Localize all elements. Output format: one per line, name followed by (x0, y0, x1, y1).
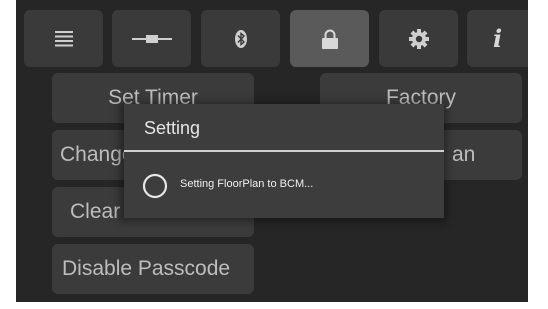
tab-settings[interactable] (379, 10, 458, 67)
tab-list[interactable] (24, 10, 103, 67)
list-icon (54, 30, 73, 47)
dialog-divider (124, 150, 444, 152)
info-icon: i (492, 24, 503, 53)
top-toolbar: i (16, 0, 528, 74)
tab-info[interactable]: i (467, 10, 528, 67)
tab-bluetooth[interactable] (201, 10, 280, 67)
dialog-message: Setting FloorPlan to BCM... (180, 178, 314, 190)
tab-connection[interactable] (112, 10, 191, 67)
gear-icon (408, 28, 429, 49)
tab-security[interactable] (290, 10, 369, 67)
disable-passcode-button[interactable]: Disable Passcode (52, 244, 254, 294)
bluetooth-icon (234, 29, 247, 48)
lock-icon (321, 29, 339, 49)
connector-icon (131, 34, 172, 43)
spinner-icon (142, 173, 168, 199)
app-screen: i Set Timer Factory Change an Clear Disa… (16, 0, 528, 302)
dialog-title: Setting (144, 118, 201, 138)
progress-dialog: Setting Setting FloorPlan to BCM... (124, 104, 444, 218)
